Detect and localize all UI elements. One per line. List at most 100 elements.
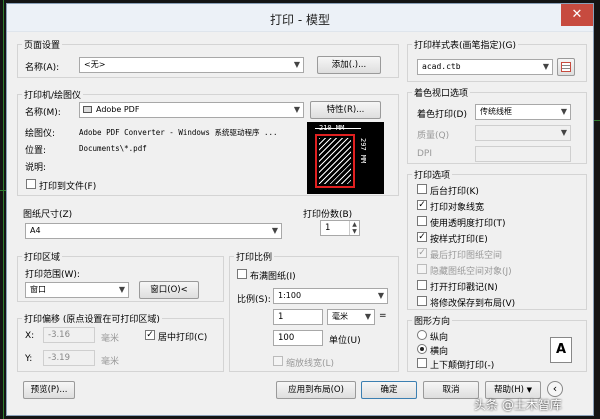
fit-to-paper-checkbox[interactable] bbox=[237, 269, 247, 279]
plot-with-styles-checkbox[interactable]: ✓ bbox=[417, 232, 427, 242]
page-setup-name-value: <无> bbox=[84, 60, 106, 69]
plot-range-label: 打印范围(W): bbox=[25, 270, 80, 280]
center-plot-checkbox[interactable]: ✓ bbox=[145, 330, 155, 340]
offset-y-value: -3.19 bbox=[48, 353, 70, 363]
portrait-radio[interactable] bbox=[417, 330, 427, 340]
printer-name-select[interactable]: Adobe PDF ▼ bbox=[79, 102, 304, 118]
page-setup-name-label: 名称(A): bbox=[25, 63, 60, 73]
location-value: Documents\*.pdf bbox=[79, 144, 147, 153]
plot-style-group-label: 打印样式表(画笔指定)(G) bbox=[412, 38, 519, 51]
offset-y-unit: 毫米 bbox=[101, 357, 120, 367]
printer-icon bbox=[83, 106, 92, 113]
description-label: 说明: bbox=[25, 163, 47, 173]
printer-group-label: 打印机/绘图仪 bbox=[22, 88, 84, 101]
window-pick-button[interactable]: 窗口(O)< bbox=[139, 281, 199, 299]
radio-selected-dot bbox=[420, 347, 424, 351]
collapse-button[interactable]: ‹ bbox=[547, 381, 563, 397]
plot-paperspace-last-checkbox[interactable]: ✓ bbox=[417, 248, 427, 258]
copies-label: 打印份数(B) bbox=[303, 210, 353, 220]
offset-x-value: -3.16 bbox=[48, 330, 70, 340]
shade-plot-select[interactable]: 传统线框 ▼ bbox=[475, 104, 571, 120]
chevron-down-icon: ▼ bbox=[377, 291, 385, 300]
plot-range-select[interactable]: 窗口 ▼ bbox=[25, 282, 129, 298]
plot-transparency-checkbox[interactable] bbox=[417, 216, 427, 226]
plot-area-group-label: 打印区域 bbox=[22, 250, 63, 263]
plot-option-label: 打开打印戳记(N) bbox=[430, 283, 498, 293]
chevron-down-icon: ▼ bbox=[560, 107, 568, 116]
plot-offset-group-label: 打印偏移 (原点设置在可打印区域) bbox=[22, 312, 162, 325]
page-setup-name-select[interactable]: <无> ▼ bbox=[79, 57, 304, 73]
ok-button[interactable]: 确定 bbox=[361, 381, 417, 399]
cancel-button[interactable]: 取消 bbox=[423, 381, 479, 399]
plot-option-label: 隐藏图纸空间对象(J) bbox=[430, 267, 512, 277]
spinner-arrows-icon[interactable]: ▲ ▼ bbox=[349, 221, 359, 235]
plot-options-group-label: 打印选项 bbox=[412, 168, 453, 181]
print-dialog: 打印 - 模型 ✕ 页面设置 名称(A): <无> ▼ 添加(.)... 打印机/… bbox=[6, 3, 594, 416]
scale-value: 1:100 bbox=[278, 291, 302, 300]
offset-y-input[interactable]: -3.19 bbox=[43, 350, 95, 366]
apply-to-layout-button[interactable]: 应用到布局(O) bbox=[276, 381, 356, 399]
scale-value1: 1 bbox=[278, 312, 284, 322]
orientation-letter: A bbox=[555, 342, 567, 357]
plot-option-label: 最后打印图纸空间 bbox=[430, 251, 503, 261]
scale-value2: 100 bbox=[278, 333, 295, 343]
dpi-label: DPI bbox=[417, 149, 433, 159]
chevron-down-icon: ▼ bbox=[118, 285, 126, 294]
paper-preview: 210 MM 297 MM bbox=[307, 122, 384, 194]
add-page-setup-button[interactable]: 添加(.)... bbox=[317, 56, 381, 74]
plot-style-select[interactable]: acad.ctb ▼ bbox=[417, 59, 553, 75]
paper-size-label: 图纸尺寸(Z) bbox=[23, 210, 73, 220]
upside-down-checkbox[interactable] bbox=[417, 358, 427, 368]
scale-lineweights-label: 缩放线宽(L) bbox=[286, 359, 335, 369]
paper-size-value: A4 bbox=[30, 226, 41, 235]
offset-x-input[interactable]: -3.16 bbox=[43, 327, 95, 343]
preview-width-arrow bbox=[315, 128, 361, 129]
background-plot-checkbox[interactable] bbox=[417, 184, 427, 194]
scale-unit-select[interactable]: 毫米 ▼ bbox=[327, 309, 375, 325]
quality-label: 质量(Q) bbox=[417, 131, 450, 141]
chevron-down-icon: ▼ bbox=[293, 60, 301, 69]
upside-down-label: 上下颠倒打印(-) bbox=[430, 361, 495, 371]
portrait-label: 纵向 bbox=[430, 333, 449, 343]
scale-value2-input[interactable]: 100 bbox=[273, 330, 323, 346]
printer-name-value: Adobe PDF bbox=[96, 105, 140, 114]
fit-to-paper-label: 布满图纸(I) bbox=[250, 272, 296, 282]
offset-y-label: Y: bbox=[25, 354, 33, 364]
landscape-radio[interactable] bbox=[417, 344, 427, 354]
scale-select[interactable]: 1:100 ▼ bbox=[273, 288, 388, 304]
cad-background-line bbox=[594, 120, 600, 121]
scale-value1-input[interactable]: 1 bbox=[273, 309, 323, 325]
offset-x-unit: 毫米 bbox=[101, 334, 120, 344]
save-to-layout-checkbox[interactable] bbox=[417, 296, 427, 306]
watermark-text: 头条 @土木智库 bbox=[474, 398, 562, 412]
hide-paperspace-objects-checkbox[interactable] bbox=[417, 264, 427, 274]
scale-unit-value: 毫米 bbox=[332, 312, 348, 321]
dialog-title: 打印 - 模型 bbox=[270, 13, 330, 27]
close-button[interactable]: ✕ bbox=[561, 4, 593, 26]
orientation-group-label: 图形方向 bbox=[412, 314, 453, 327]
plot-stamp-checkbox[interactable] bbox=[417, 280, 427, 290]
landscape-label: 横向 bbox=[430, 347, 449, 357]
paper-size-select[interactable]: A4 ▼ bbox=[25, 223, 282, 239]
edit-plot-style-button[interactable] bbox=[557, 58, 575, 76]
scale-equals-sign: = bbox=[379, 311, 387, 321]
copies-input[interactable]: 1 ▲ ▼ bbox=[320, 220, 360, 236]
print-to-file-checkbox[interactable] bbox=[26, 179, 36, 189]
plot-option-label: 打印对象线宽 bbox=[430, 203, 485, 213]
cad-background-line bbox=[3, 0, 4, 419]
quality-select[interactable]: ▼ bbox=[475, 125, 571, 141]
scale-lineweights-checkbox[interactable] bbox=[273, 356, 283, 366]
chevron-down-icon: ▼ bbox=[542, 62, 550, 71]
dpi-input[interactable] bbox=[475, 146, 571, 162]
preview-height-label: 297 MM bbox=[359, 138, 367, 164]
plot-range-value: 窗口 bbox=[30, 285, 46, 294]
shaded-viewport-group-label: 着色视口选项 bbox=[412, 86, 471, 99]
plot-scale-group-label: 打印比例 bbox=[234, 250, 275, 263]
preview-button[interactable]: 预览(P)... bbox=[23, 381, 75, 399]
help-button-label: 帮助(H) bbox=[493, 385, 524, 395]
shade-plot-value: 传统线框 bbox=[480, 107, 512, 116]
printer-properties-button[interactable]: 特性(R)... bbox=[310, 101, 381, 119]
edit-table-icon bbox=[561, 62, 571, 72]
plot-lineweights-checkbox[interactable]: ✓ bbox=[417, 200, 427, 210]
center-plot-label: 居中打印(C) bbox=[158, 333, 208, 343]
